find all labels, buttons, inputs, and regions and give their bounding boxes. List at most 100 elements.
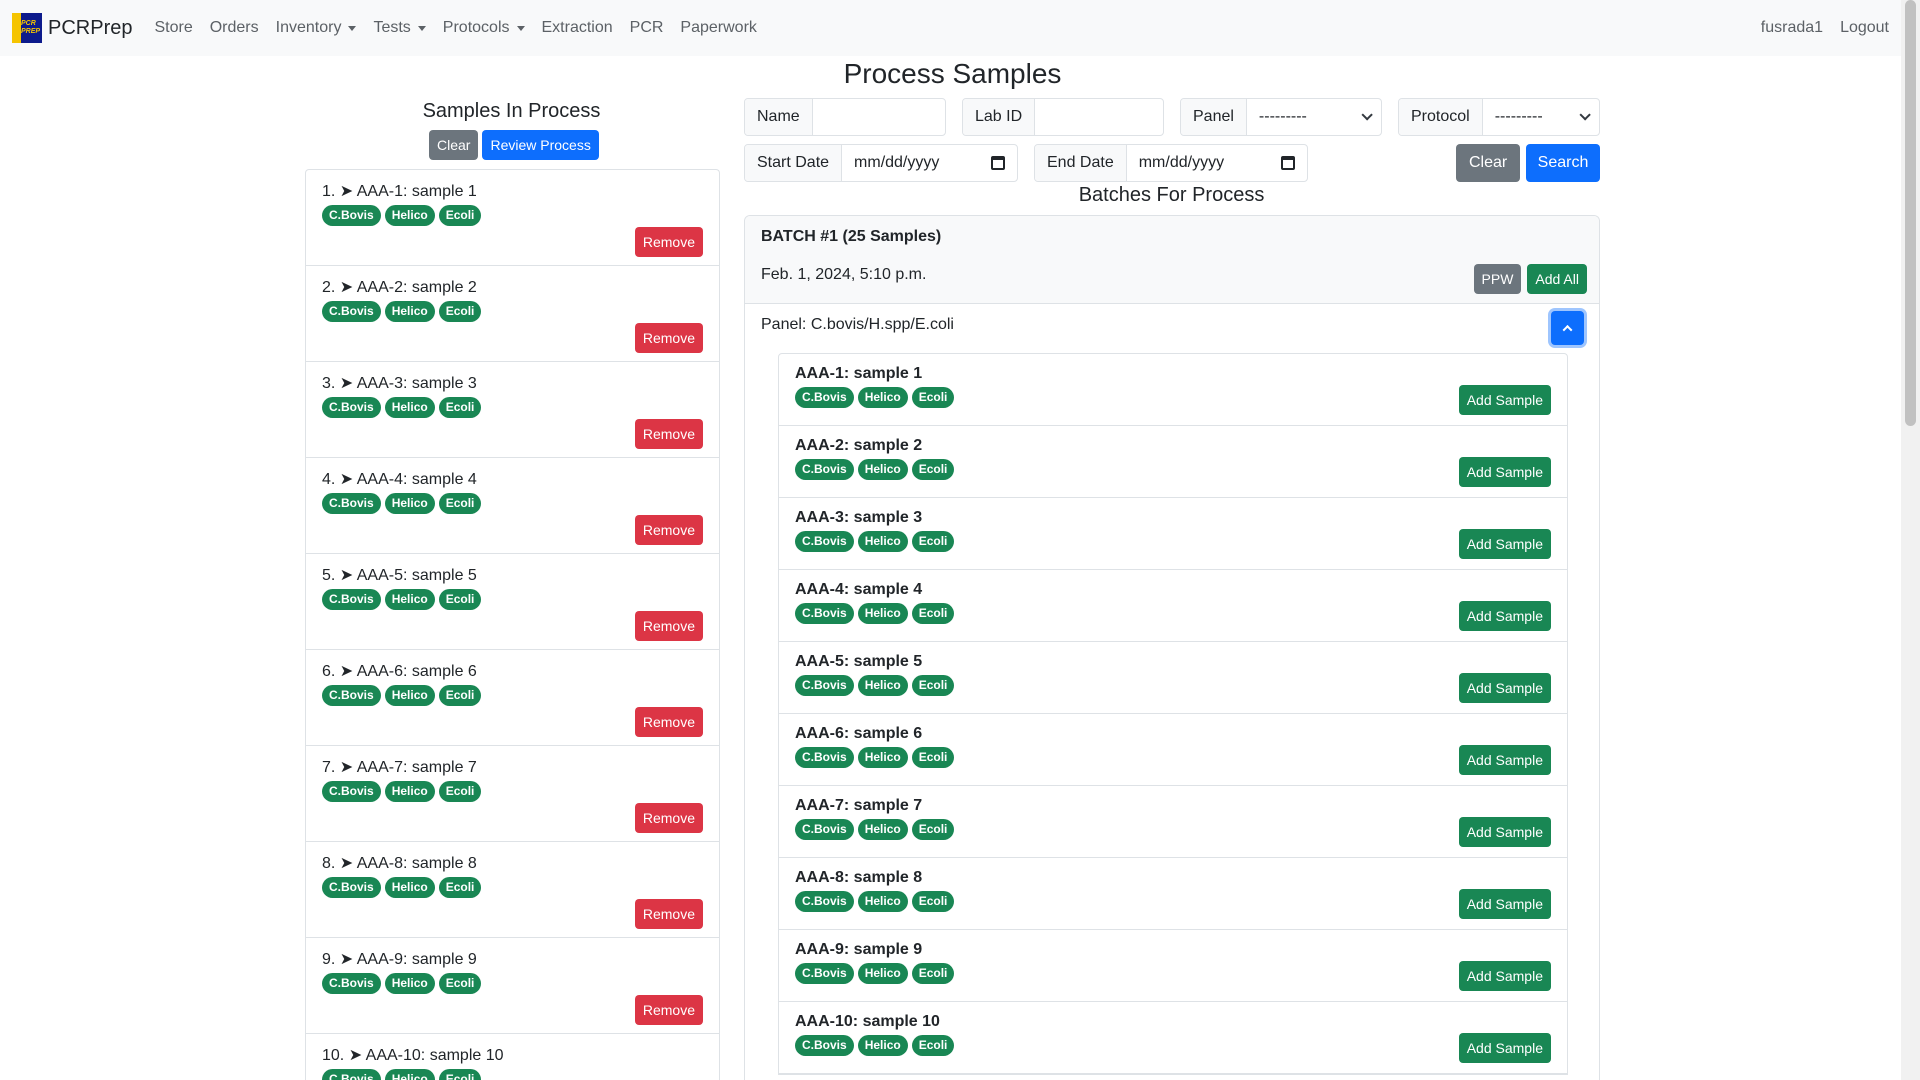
nav-item-tests[interactable]: Tests — [373, 19, 426, 37]
remove-button[interactable]: Remove — [634, 707, 703, 737]
add-sample-button[interactable]: Add Sample — [1458, 385, 1551, 415]
add-sample-button[interactable]: Add Sample — [1458, 457, 1551, 487]
test-badge: C.Bovis — [322, 781, 381, 802]
test-badge: Helico — [384, 1069, 435, 1080]
add-sample-button[interactable]: Add Sample — [1458, 673, 1551, 703]
test-badge: C.Bovis — [795, 531, 854, 552]
test-badge: C.Bovis — [795, 747, 854, 768]
nav-item-pcr[interactable]: PCR — [630, 19, 664, 37]
process-item-title: 9. ➤ AAA-9: sample 9 — [322, 951, 477, 968]
remove-button[interactable]: Remove — [634, 323, 703, 353]
chevron-down-icon — [1361, 109, 1373, 121]
nav-item-inventory[interactable]: Inventory — [276, 19, 357, 37]
labid-input[interactable] — [1047, 107, 1151, 127]
nav-item-orders[interactable]: Orders — [210, 19, 259, 37]
nav-item-paperwork[interactable]: Paperwork — [680, 19, 756, 37]
ppw-button[interactable]: PPW — [1473, 264, 1522, 294]
remove-button[interactable]: Remove — [634, 995, 703, 1025]
test-badge: C.Bovis — [322, 1069, 381, 1080]
test-badge: Helico — [857, 603, 908, 624]
test-badge: Helico — [384, 781, 435, 802]
calendar-icon[interactable] — [991, 156, 1005, 170]
batch-sample-item: AAA-9: sample 9 C.Bovis Helico Ecoli Add Sam… — [779, 930, 1567, 1002]
process-list-item: 10. ➤ AAA-10: sample 10 C.Bovis Helico Ecol… — [306, 1034, 719, 1080]
nav-item-protocols[interactable]: Protocols — [443, 19, 525, 37]
add-sample-button[interactable]: Add Sample — [1458, 817, 1551, 847]
batch-sample-item: AAA-10: sample 10 C.Bovis Helico Ecoli Add S… — [779, 1002, 1567, 1074]
calendar-icon[interactable] — [1281, 156, 1295, 170]
protocol-select[interactable]: --------- — [1483, 99, 1599, 135]
remove-button[interactable]: Remove — [634, 515, 703, 545]
nav-item-label: Inventory — [275, 19, 342, 36]
test-badge: Helico — [384, 877, 435, 898]
add-sample-button[interactable]: Add Sample — [1458, 1033, 1551, 1063]
add-sample-button[interactable]: Add Sample — [1458, 745, 1551, 775]
test-badges: C.Bovis Helico Ecoli — [795, 603, 1551, 624]
remove-button[interactable]: Remove — [634, 227, 703, 257]
name-input[interactable] — [824, 107, 933, 127]
user-link[interactable]: fusrada1 — [1761, 19, 1823, 37]
test-badge: Ecoli — [911, 891, 955, 912]
remove-button[interactable]: Remove — [634, 611, 703, 641]
batch-date: Feb. 1, 2024, 5:10 p.m. — [761, 266, 927, 283]
process-list-item: 9. ➤ AAA-9: sample 9 C.Bovis Helico Ecoli Re… — [306, 938, 719, 1034]
batch-panel-label: Panel: C.bovis/H.spp/E.coli — [761, 316, 954, 333]
test-badge: Ecoli — [911, 387, 955, 408]
logout-link[interactable]: Logout — [1840, 19, 1889, 37]
test-badge: Ecoli — [911, 819, 955, 840]
test-badges: C.Bovis Helico Ecoli — [322, 301, 703, 322]
sample-title: AAA-10: sample 10 — [795, 1013, 940, 1030]
sample-title: AAA-7: sample 7 — [795, 797, 923, 814]
clear-filters-button[interactable]: Clear — [1456, 144, 1521, 182]
panel-select[interactable]: --------- — [1247, 99, 1381, 135]
test-badge: Ecoli — [911, 675, 955, 696]
review-process-button[interactable]: Review Process — [482, 130, 599, 160]
test-badge: Helico — [857, 891, 908, 912]
batch-sample-item: AAA-7: sample 7 C.Bovis Helico Ecoli Add Sam… — [779, 786, 1567, 858]
test-badge: Helico — [857, 747, 908, 768]
test-badge: C.Bovis — [795, 603, 854, 624]
sample-title: AAA-1: sample 1 — [795, 365, 923, 382]
test-badge: C.Bovis — [322, 685, 381, 706]
search-button[interactable]: Search — [1526, 144, 1600, 182]
add-all-button[interactable]: Add All — [1527, 264, 1587, 294]
add-sample-button[interactable]: Add Sample — [1458, 601, 1551, 631]
remove-button[interactable]: Remove — [634, 419, 703, 449]
caret-down-icon — [417, 25, 426, 31]
nav-item-label: PCR — [629, 19, 664, 36]
nav-item-store[interactable]: Store — [154, 19, 192, 37]
add-sample-button[interactable]: Add Sample — [1458, 961, 1551, 991]
add-sample-button[interactable]: Add Sample — [1458, 889, 1551, 919]
clear-process-button[interactable]: Clear — [429, 130, 479, 160]
process-item-title: 2. ➤ AAA-2: sample 2 — [322, 279, 477, 296]
end-date-label: End Date — [1035, 145, 1127, 181]
test-badge: Helico — [857, 459, 908, 480]
start-date-filter: Start Date mm/dd/yyyy — [744, 144, 1018, 182]
scrollbar-thumb[interactable] — [1905, 0, 1916, 426]
test-badges: C.Bovis Helico Ecoli — [795, 675, 1551, 696]
batches-heading: Batches For Process — [1078, 184, 1265, 206]
nav-item-extraction[interactable]: Extraction — [542, 19, 613, 37]
collapse-toggle-button[interactable] — [1551, 311, 1584, 345]
nav-item-label: Paperwork — [680, 19, 757, 36]
page-scrollbar[interactable] — [1901, 0, 1920, 1080]
test-badge: C.Bovis — [795, 459, 854, 480]
nav-menu: Store Orders Inventory Tests Protocols Extrac… — [154, 19, 773, 37]
add-sample-button[interactable]: Add Sample — [1458, 529, 1551, 559]
remove-button[interactable]: Remove — [634, 803, 703, 833]
end-date-input[interactable]: mm/dd/yyyy — [1127, 145, 1307, 181]
remove-button[interactable]: Remove — [634, 899, 703, 929]
test-badges: C.Bovis Helico Ecoli — [322, 973, 703, 994]
in-process-actions: Clear Review Process — [429, 130, 599, 160]
brand-link[interactable]: PCR PREP PCRPrep — [12, 13, 132, 43]
batch-sample-list: AAA-1: sample 1 C.Bovis Helico Ecoli Add Sam… — [778, 353, 1568, 1075]
sample-title: AAA-3: sample 3 — [795, 509, 923, 526]
test-badge: Ecoli — [911, 1035, 955, 1056]
process-list-item: 1. ➤ AAA-1: sample 1 C.Bovis Helico Ecoli Re… — [306, 170, 719, 266]
batch-panel-row: Panel: C.bovis/H.spp/E.coli — [745, 304, 1599, 352]
process-list-item: 6. ➤ AAA-6: sample 6 C.Bovis Helico Ecoli Re… — [306, 650, 719, 746]
start-date-input[interactable]: mm/dd/yyyy — [842, 145, 1017, 181]
test-badge: Ecoli — [438, 685, 482, 706]
batch-title: BATCH #1 (25 Samples) — [761, 228, 942, 245]
start-date-value: mm/dd/yyyy — [854, 154, 940, 171]
